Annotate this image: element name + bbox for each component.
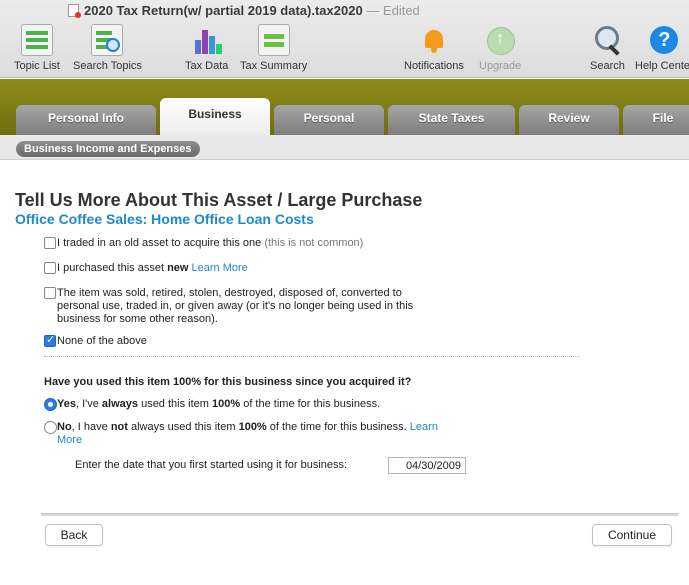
search-topics-label: Search Topics: [73, 60, 142, 72]
tax-summary-button[interactable]: Tax Summary: [240, 24, 307, 72]
edited-separator: —: [366, 3, 380, 18]
upgrade-arrow-icon: [484, 24, 516, 56]
tax-data-icon: [191, 24, 223, 56]
search-button[interactable]: Search: [590, 24, 625, 72]
document-icon: [68, 4, 81, 18]
topic-list-icon: [20, 24, 53, 56]
sold-retired-line-2: personal use, traded in, or given away (…: [57, 300, 414, 312]
no-radio[interactable]: [44, 421, 57, 434]
yes-bold-1: always: [101, 398, 139, 410]
topic-list-label: Topic List: [14, 60, 60, 72]
help-center-button[interactable]: Help Center: [635, 24, 689, 72]
tab-state-taxes[interactable]: State Taxes: [388, 105, 515, 135]
sold-retired-line-3: business for some other reason).: [57, 313, 218, 325]
subtab-business-income[interactable]: Business Income and Expenses: [16, 141, 200, 157]
upgrade-label: Upgrade: [479, 60, 522, 72]
tab-personal[interactable]: Personal: [274, 105, 384, 135]
traded-in-label: I traded in an old asset to acquire this…: [57, 237, 262, 249]
upgrade-button[interactable]: Upgrade: [479, 24, 521, 72]
page-subtitle: Office Coffee Sales: Home Office Loan Co…: [15, 211, 314, 227]
tab-personal-info[interactable]: Personal Info: [16, 105, 156, 135]
footer-divider: [41, 513, 678, 516]
option-purchased-new[interactable]: I purchased this asset new Learn More: [44, 262, 344, 276]
tab-file[interactable]: File: [623, 105, 689, 135]
purchased-new-bold: new: [167, 262, 189, 274]
tax-data-label: Tax Data: [185, 60, 229, 72]
tab-business[interactable]: Business: [160, 98, 270, 135]
purchased-new-label: I purchased this asset: [57, 262, 168, 274]
search-label: Search: [590, 60, 625, 72]
section-divider: [44, 356, 580, 357]
no-text-2: always used this item: [127, 421, 239, 433]
topic-list-button[interactable]: Topic List: [14, 24, 60, 72]
no-text-3: of the time for this business.: [266, 421, 410, 433]
no-lead: No: [57, 421, 72, 433]
yes-label-wrap: Yes, I've always used this item 100% of …: [57, 398, 380, 411]
notifications-label: Notifications: [404, 60, 464, 72]
learn-more-link[interactable]: Learn More: [192, 262, 248, 274]
no-bold-1: not: [110, 421, 128, 433]
no-text-1: , I have: [71, 421, 111, 433]
magnifier-icon: [591, 24, 623, 56]
yes-text-3: of the time for this business.: [240, 398, 381, 410]
yes-lead: Yes: [57, 398, 76, 410]
help-center-label: Help Center: [635, 60, 689, 72]
window-title-text: 2020 Tax Return(w/ partial 2019 data).ta…: [84, 3, 363, 18]
traded-in-checkbox[interactable]: [44, 237, 56, 249]
none-of-above-label: None of the above: [57, 335, 147, 347]
no-learn-more-link[interactable]: Learn: [410, 421, 438, 433]
traded-in-note: (this is not common): [264, 237, 364, 249]
help-icon: [648, 24, 680, 56]
yes-bold-2: 100%: [212, 398, 241, 410]
edited-status: Edited: [382, 3, 420, 18]
radio-option-no[interactable]: No, I have not always used this item 100…: [44, 421, 494, 449]
window-toolbar: 2020 Tax Return(w/ partial 2019 data).ta…: [0, 0, 689, 78]
window-title: 2020 Tax Return(w/ partial 2019 data).ta…: [68, 3, 420, 18]
yes-radio[interactable]: [44, 398, 57, 411]
sold-retired-label-wrap: The item was sold, retired, stolen, dest…: [57, 287, 413, 326]
purchased-new-label-wrap: I purchased this asset new Learn More: [57, 262, 248, 275]
no-label-wrap: No, I have not always used this item 100…: [57, 421, 438, 447]
sold-retired-checkbox[interactable]: [44, 287, 56, 299]
tax-summary-icon: [257, 24, 290, 56]
search-topics-button[interactable]: Search Topics: [73, 24, 142, 72]
first-use-date-label: Enter the date that you first started us…: [75, 459, 348, 471]
main-tab-bar: Personal Info Business Personal State Ta…: [0, 79, 689, 135]
bell-icon: [418, 24, 450, 56]
continue-button[interactable]: Continue: [592, 524, 672, 546]
option-sold-retired[interactable]: The item was sold, retired, stolen, dest…: [44, 287, 474, 327]
usage-question: Have you used this item 100% for this bu…: [44, 376, 412, 388]
none-of-above-checkbox[interactable]: [44, 334, 56, 347]
no-bold-2: 100%: [238, 421, 267, 433]
first-use-date-field[interactable]: [388, 457, 466, 474]
tab-review[interactable]: Review: [519, 105, 619, 135]
sub-tab-bar: Business Income and Expenses: [0, 135, 689, 160]
yes-text-1: , I've: [75, 398, 102, 410]
traded-in-label-wrap: I traded in an old asset to acquire this…: [57, 237, 363, 250]
radio-option-yes[interactable]: Yes, I've always used this item 100% of …: [44, 398, 464, 412]
no-learn-more-link-cont[interactable]: More: [57, 434, 82, 446]
tax-summary-label: Tax Summary: [240, 60, 308, 72]
sold-retired-line-1: The item was sold, retired, stolen, dest…: [57, 287, 402, 299]
option-none-of-above[interactable]: None of the above: [44, 334, 244, 349]
back-button[interactable]: Back: [45, 524, 103, 546]
purchased-new-checkbox[interactable]: [44, 262, 56, 274]
option-traded-in[interactable]: I traded in an old asset to acquire this…: [44, 237, 464, 251]
search-topics-icon: [91, 24, 124, 56]
page-title: Tell Us More About This Asset / Large Pu…: [15, 190, 423, 210]
tax-data-button[interactable]: Tax Data: [185, 24, 228, 72]
yes-text-2: used this item: [138, 398, 212, 410]
notifications-button[interactable]: Notifications: [404, 24, 464, 72]
